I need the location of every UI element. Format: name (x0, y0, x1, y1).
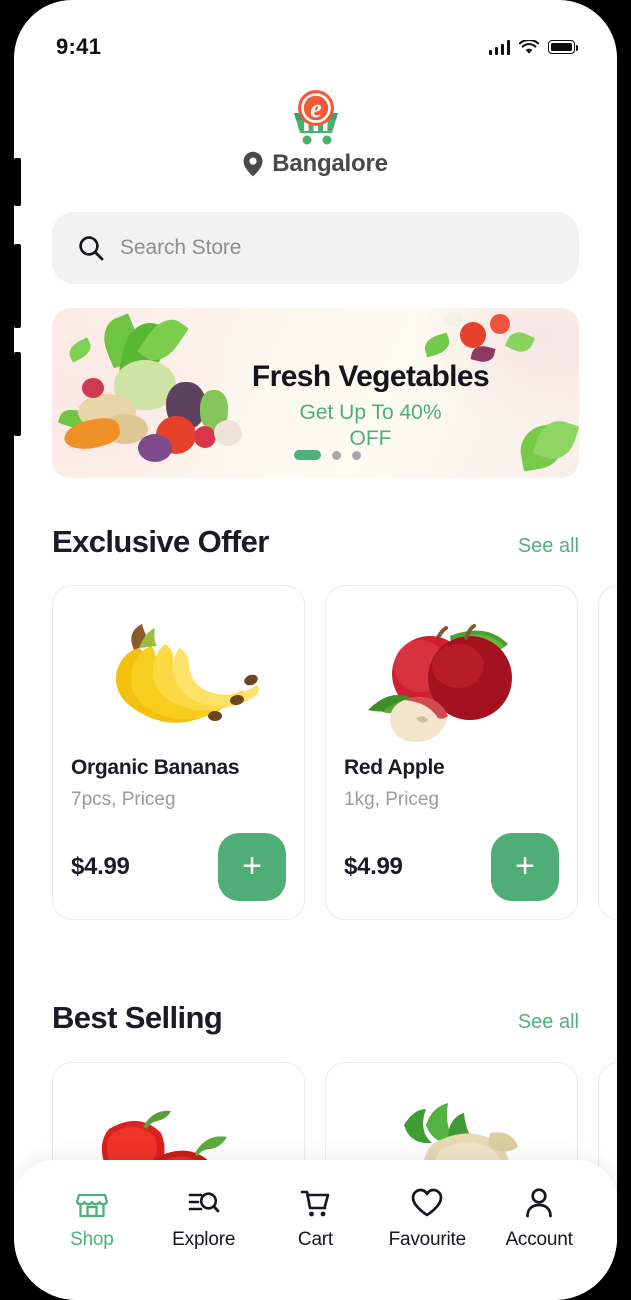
add-to-cart-button[interactable]: + (491, 833, 559, 901)
status-clock: 9:41 (56, 34, 102, 59)
banner-subtitle-line2: OFF (349, 427, 392, 451)
signal-bars-icon (488, 39, 510, 55)
phone-frame: 9:41 e Bangalore Search Store Fresh Vege… (14, 0, 617, 1300)
battery-full-icon (548, 40, 579, 54)
product-price: $4.99 (71, 853, 130, 880)
wifi-icon (519, 39, 539, 54)
banner-title: Fresh Vegetables (251, 360, 490, 393)
bottom-navigation-bar: Shop Explore Cart Favourite Account (14, 1160, 617, 1300)
product-card-footer: $4.99 + (344, 833, 559, 901)
search-icon (79, 236, 104, 261)
bananas-image (71, 602, 286, 752)
plus-icon: + (242, 846, 262, 885)
app-logo: e (285, 86, 347, 146)
section-header-exclusive-offer: Exclusive Offer See all (52, 524, 579, 560)
nav-item-account[interactable]: Account (497, 1186, 581, 1251)
location-label: Bangalore (272, 150, 388, 177)
product-quantity: 7pcs, Priceg (71, 789, 176, 810)
product-quantity: 1kg, Priceg (344, 789, 440, 810)
nav-item-explore[interactable]: Explore (162, 1186, 246, 1251)
banner-subtitle: Get Up To 40% OFF (52, 400, 579, 453)
product-price: $4.99 (344, 853, 403, 880)
product-name: Organic Bananas (71, 756, 240, 779)
carousel-dot-2[interactable] (332, 450, 341, 460)
heart-icon (411, 1188, 443, 1217)
carousel-dots (52, 450, 579, 460)
nav-label-cart: Cart (297, 1229, 334, 1250)
app-logo-wrapper: e (14, 86, 617, 146)
volume-up-button[interactable] (14, 244, 21, 328)
nav-item-shop[interactable]: Shop (50, 1186, 134, 1251)
section-header-best-selling: Best Selling See all (52, 1000, 579, 1036)
person-icon (526, 1188, 552, 1218)
nav-label-shop: Shop (70, 1229, 114, 1250)
product-card-partial[interactable] (598, 585, 617, 920)
red-apple-image (344, 602, 559, 752)
volume-down-button[interactable] (14, 352, 21, 436)
explore-search-icon (188, 1192, 220, 1213)
see-all-exclusive-offer[interactable]: See all (518, 535, 579, 558)
plus-icon: + (515, 846, 535, 885)
search-input[interactable]: Search Store (120, 236, 241, 260)
product-row-exclusive-offer[interactable]: Organic Bananas 7pcs, Priceg $4.99 + Red… (52, 585, 617, 920)
carousel-dot-1[interactable] (294, 450, 321, 460)
location-pin-icon (243, 151, 263, 177)
nav-label-explore: Explore (172, 1229, 236, 1250)
section-title-best-selling: Best Selling (52, 1000, 223, 1035)
product-name: Red Apple (344, 756, 445, 779)
product-card[interactable]: Organic Bananas 7pcs, Priceg $4.99 + (52, 585, 305, 920)
nav-item-favourite[interactable]: Favourite (385, 1186, 469, 1251)
storefront-icon (75, 1193, 109, 1218)
location-selector[interactable]: Bangalore (14, 150, 617, 178)
shopping-cart-icon (301, 1190, 330, 1217)
app-logo-letter: e (310, 94, 322, 123)
section-title-exclusive-offer: Exclusive Offer (52, 524, 269, 559)
see-all-best-selling[interactable]: See all (518, 1011, 579, 1034)
promo-banner[interactable]: Fresh Vegetables Get Up To 40% OFF (52, 308, 579, 478)
status-bar: 9:41 (14, 30, 617, 64)
nav-item-cart[interactable]: Cart (273, 1186, 357, 1251)
product-card[interactable]: Red Apple 1kg, Priceg $4.99 + (325, 585, 578, 920)
product-card-footer: $4.99 + (71, 833, 286, 901)
status-icons (488, 39, 579, 55)
carousel-dot-3[interactable] (352, 450, 361, 460)
search-bar[interactable]: Search Store (52, 212, 579, 284)
nav-label-favourite: Favourite (388, 1229, 467, 1250)
add-to-cart-button[interactable]: + (218, 833, 286, 901)
banner-subtitle-line1: Get Up To 40% (299, 401, 442, 424)
nav-label-account: Account (505, 1229, 573, 1250)
